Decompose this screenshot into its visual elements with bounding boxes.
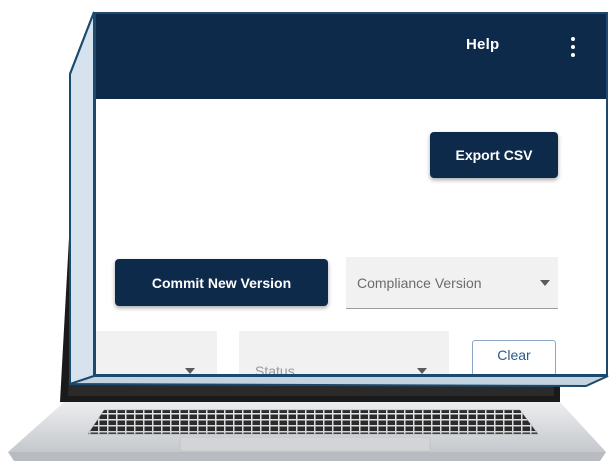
page-stage: Help Export CSV Commit New Version Compl… xyxy=(0,0,610,465)
chevron-down-icon xyxy=(417,368,427,374)
laptop-keyboard xyxy=(87,409,539,435)
export-csv-button[interactable]: Export CSV xyxy=(430,132,558,178)
chevron-down-icon xyxy=(540,280,550,286)
clear-button[interactable]: Clear xyxy=(472,340,556,374)
compliance-version-select[interactable]: Compliance Version xyxy=(346,257,558,309)
zoomed-app-view: Help Export CSV Commit New Version Compl… xyxy=(94,12,608,376)
chevron-down-icon xyxy=(185,368,195,374)
kebab-menu-icon[interactable] xyxy=(566,32,580,62)
commit-new-version-button[interactable]: Commit New Version xyxy=(115,259,328,306)
help-link[interactable]: Help xyxy=(466,36,499,53)
status-filter-select[interactable]: Status xyxy=(239,331,449,376)
status-filter-value: Status xyxy=(255,362,295,376)
compliance-version-value: Compliance Version xyxy=(357,274,482,291)
app-header: Help xyxy=(96,14,606,99)
filter-select-1[interactable] xyxy=(96,331,217,374)
laptop-trackpad xyxy=(179,436,431,452)
